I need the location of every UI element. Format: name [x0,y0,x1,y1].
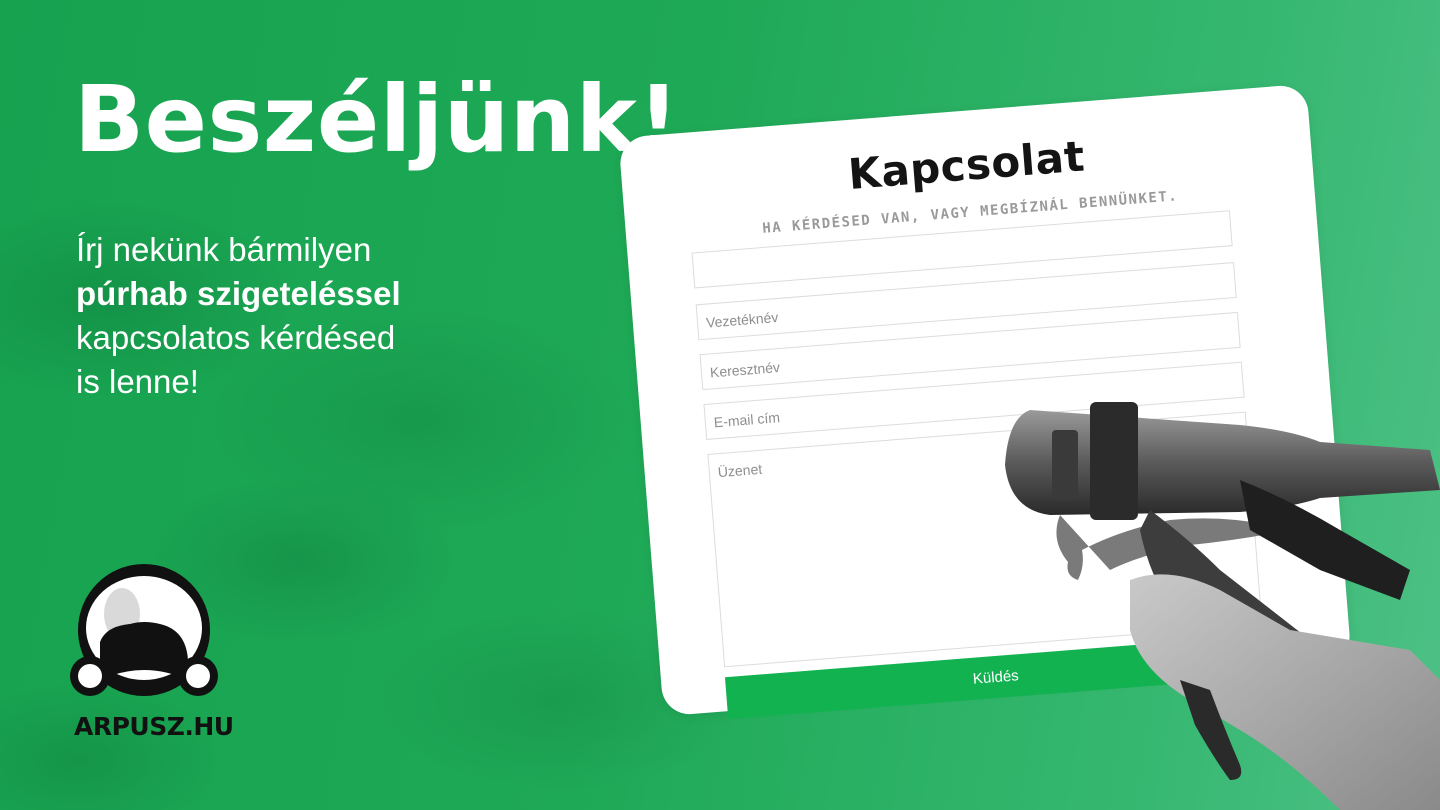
intro-line-3: kapcsolatos kérdésed [76,319,396,356]
intro-line-1: Írj nekünk bármilyen [76,231,372,268]
helmet-mask-icon [70,564,218,696]
brand-name[interactable]: ARPUSZ.HU [74,712,234,741]
intro-line-4: is lenne! [76,363,199,400]
intro-text: Írj nekünk bármilyen púrhab szigetelésse… [76,228,496,404]
foam-gun-icon [1005,402,1440,810]
page-title: Beszéljünk! [74,66,680,173]
intro-line-2: púrhab szigeteléssel [76,275,401,312]
